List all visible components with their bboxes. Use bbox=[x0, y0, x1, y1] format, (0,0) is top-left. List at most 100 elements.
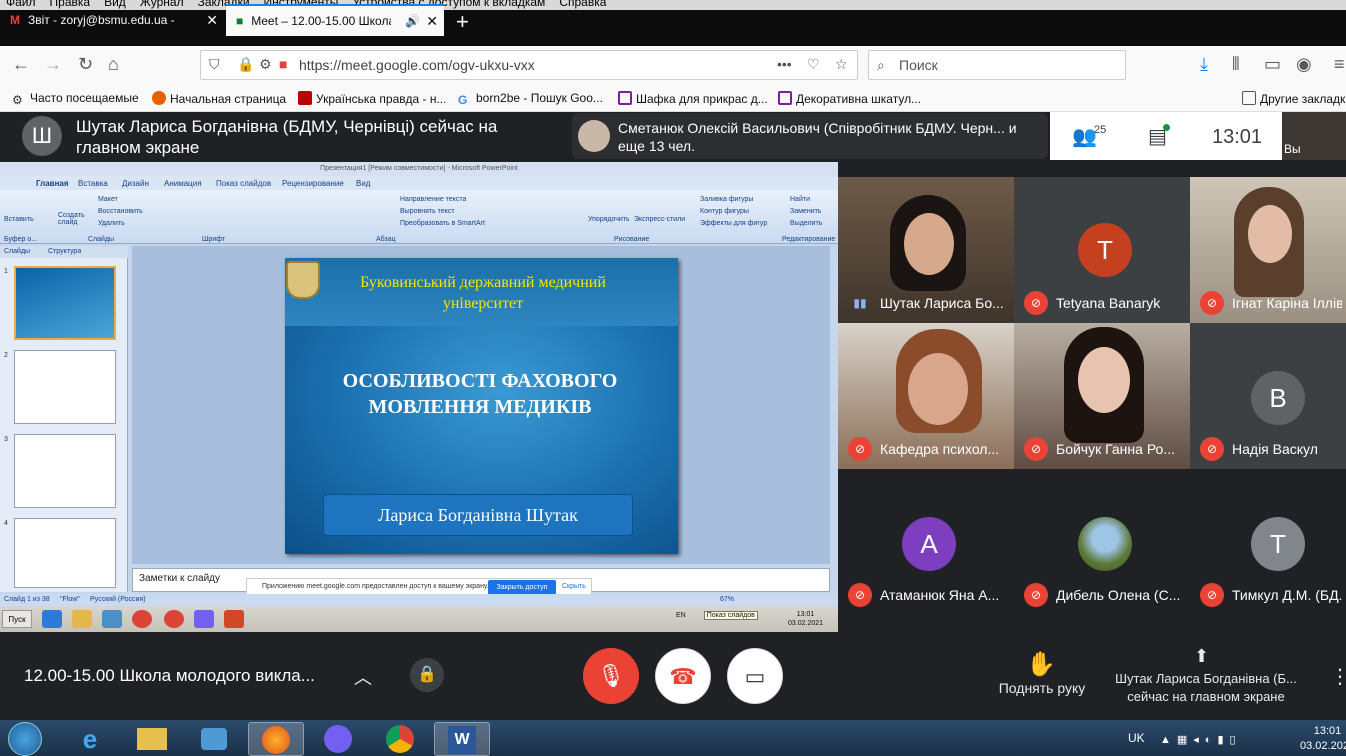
permissions-icon[interactable]: ⚙ bbox=[259, 56, 272, 73]
bookmarks-bar: ⚙ Часто посещаемые Начальная страница Укр… bbox=[0, 84, 1346, 112]
download-icon[interactable]: ⤓ bbox=[1200, 54, 1208, 74]
ppt-group-editing: Редактирование bbox=[782, 236, 836, 243]
ppt-select: Выделить bbox=[790, 220, 823, 227]
internet-explorer-icon[interactable]: e bbox=[62, 722, 118, 756]
slide-number: 2 bbox=[4, 352, 8, 359]
participant-tile[interactable]: А ⊘ Атаманюк Яна А... bbox=[838, 469, 1014, 615]
bookmark-google[interactable]: Gborn2be - Пошук Goo... bbox=[458, 91, 603, 107]
participant-tile[interactable]: ⊘ Дибель Олена (С... bbox=[1014, 469, 1190, 615]
bookmark-shkatulka[interactable]: Декоративна шкатул... bbox=[778, 91, 921, 106]
media-player-icon[interactable] bbox=[186, 722, 242, 756]
speaker-icon[interactable]: 🔊 bbox=[405, 14, 420, 28]
participant-tile[interactable]: ▮▮ Шутак Лариса Бо... bbox=[838, 177, 1014, 323]
notification-avatar bbox=[578, 120, 610, 152]
search-input[interactable]: Поиск bbox=[899, 57, 938, 73]
bookmark-pravda[interactable]: Українська правда - н... bbox=[298, 91, 446, 106]
tab-gmail[interactable]: M Звіт - zoryj@bsmu.edu.ua - По ✕ bbox=[0, 4, 224, 36]
camera-icon[interactable]: ■ bbox=[279, 56, 287, 72]
more-actions-icon[interactable]: ••• bbox=[777, 56, 792, 72]
mic-off-icon: ⊘ bbox=[1200, 583, 1224, 607]
lock-icon[interactable]: 🔒 bbox=[237, 56, 254, 73]
menu-help[interactable]: Справка bbox=[559, 0, 606, 9]
camera-toggle-button[interactable]: ▭ bbox=[727, 648, 783, 704]
ppt-arrange: Упорядочить bbox=[588, 216, 630, 223]
xp-language: EN bbox=[676, 612, 686, 619]
sidebar-icon[interactable]: ▭ bbox=[1264, 54, 1281, 74]
forward-arrow-icon[interactable]: → bbox=[44, 54, 62, 74]
participant-tile[interactable]: В ⊘ Надія Васкул bbox=[1190, 323, 1346, 469]
tooltip-slideshow: Показ слайдов bbox=[703, 611, 758, 620]
university-crest-icon bbox=[286, 261, 320, 299]
chevron-up-icon[interactable]: ︿ bbox=[354, 664, 372, 690]
ppt-ribbon-tabs: Главная Вставка Дизайн Анимация Показ сл… bbox=[0, 176, 838, 190]
menu-icon[interactable]: ≡ bbox=[1334, 54, 1345, 74]
raise-hand-button[interactable]: Поднять руку bbox=[994, 680, 1090, 696]
hang-up-button[interactable]: ☎ bbox=[655, 648, 711, 704]
library-icon[interactable]: ⫴ bbox=[1232, 54, 1240, 74]
mic-toggle-button[interactable]: 🎙 bbox=[583, 648, 639, 704]
participant-tile[interactable]: ⊘ Кафедра психол... bbox=[838, 323, 1014, 469]
participant-tile[interactable]: ⊘ Бойчук Ганна Ро... bbox=[1014, 323, 1190, 469]
keyboard-language[interactable]: UK bbox=[1128, 731, 1145, 745]
back-arrow-icon[interactable]: ← bbox=[12, 54, 30, 74]
chrome-taskbar-icon[interactable] bbox=[372, 722, 428, 756]
bookmark-most-visited[interactable]: ⚙ Часто посещаемые bbox=[12, 91, 139, 107]
folder-icon bbox=[72, 610, 92, 628]
ppt-group-paragraph: Абзац bbox=[376, 236, 396, 243]
ppt-text-direction: Направление текста bbox=[400, 196, 467, 203]
people-count: 25 bbox=[1094, 124, 1107, 136]
close-tab-icon[interactable]: ✕ bbox=[206, 12, 218, 29]
bookmark-other[interactable]: Другие закладки bbox=[1242, 91, 1346, 106]
self-view-tile[interactable]: Вы bbox=[1282, 112, 1346, 160]
ppt-pane-slides: Слайды bbox=[4, 248, 31, 255]
slide-title: ОСОБЛИВОСТІ ФАХОВОГО МОВЛЕННЯ МЕДИКІВ bbox=[342, 370, 618, 418]
search-bar[interactable]: ⌕ Поиск bbox=[868, 50, 1126, 80]
meeting-name[interactable]: 12.00-15.00 Школа молодого викла... bbox=[24, 666, 344, 686]
ppt-delete: Удалить bbox=[98, 220, 125, 227]
xp-tray: EN Показ слайдов bbox=[676, 611, 758, 620]
presenter-title: Шутак Лариса Богданівна (БДМУ, Чернівці)… bbox=[76, 117, 498, 157]
participant-tile[interactable]: ⊘ Ігнат Каріна Іллів bbox=[1190, 177, 1346, 323]
ppt-window-title: Презентация1 [Режим совместимости] - Mic… bbox=[0, 162, 838, 176]
shield-icon[interactable]: ⛉ bbox=[209, 56, 220, 73]
system-tray-icons[interactable]: ▲▦◂◐▮▯ bbox=[1160, 733, 1242, 746]
participant-tile[interactable]: T ⊘ Tetyana Banaryk bbox=[1014, 177, 1190, 323]
presenting-status[interactable]: Шутак Лариса Богданівна (Б... сейчас на … bbox=[1108, 670, 1304, 706]
participant-tile[interactable]: T ⊘ Тимкул Д.М. (БД... bbox=[1190, 469, 1346, 615]
url-text[interactable]: https://meet.google.com/ogv-ukxu-vxx bbox=[299, 57, 535, 73]
firefox-taskbar-icon[interactable] bbox=[248, 722, 304, 756]
participant-face bbox=[904, 213, 954, 275]
url-bar[interactable]: ⛉ 🔒 ⚙ ■ https://meet.google.com/ogv-ukxu… bbox=[200, 50, 858, 80]
tab-title: Звіт - zoryj@bsmu.edu.ua - По bbox=[28, 13, 178, 27]
present-screen-icon[interactable]: ⬆ bbox=[1194, 646, 1209, 667]
slide-number: 3 bbox=[4, 436, 8, 443]
ie-icon bbox=[42, 610, 62, 628]
tab-meet[interactable]: ■ Meet – 12.00-15.00 Школа м 🔊 ✕ bbox=[226, 4, 444, 36]
ppt-group-clipboard: Буфер о... bbox=[4, 236, 38, 243]
participant-photo bbox=[1078, 517, 1132, 571]
slide-thumbnail bbox=[14, 518, 116, 588]
share-banner-text: Приложению meet.google.com предоставлен … bbox=[262, 583, 489, 590]
ppt-slide-counter: Слайд 1 из 38 bbox=[4, 596, 50, 603]
viber-taskbar-icon[interactable] bbox=[310, 722, 366, 756]
bookmark-star-icon[interactable]: ☆ bbox=[835, 56, 848, 73]
windows-start-button[interactable] bbox=[8, 722, 42, 756]
more-options-icon[interactable]: ⋮ bbox=[1330, 664, 1346, 689]
security-shield-icon[interactable]: 🔒 bbox=[410, 658, 444, 692]
reload-icon[interactable]: ↻ bbox=[78, 54, 93, 74]
close-tab-icon[interactable]: ✕ bbox=[426, 13, 438, 30]
ppt-layout: Макет bbox=[98, 196, 118, 203]
ppt-pane-tabs: Слайды Структура bbox=[0, 246, 128, 258]
new-tab-button[interactable]: + bbox=[456, 11, 469, 33]
bookmark-shafka[interactable]: Шафка для прикрас д... bbox=[618, 91, 768, 106]
word-taskbar-icon[interactable]: W bbox=[434, 722, 490, 756]
bookmark-start-page[interactable]: Начальная страница bbox=[152, 91, 286, 106]
windows-clock[interactable]: 13:01 03.02.2021 bbox=[1300, 724, 1346, 754]
participant-avatar: А bbox=[902, 517, 956, 571]
file-explorer-icon[interactable] bbox=[124, 722, 180, 756]
home-icon[interactable]: ⌂ bbox=[108, 54, 119, 74]
account-icon[interactable]: ◉ bbox=[1296, 54, 1312, 74]
pocket-icon[interactable]: ♡ bbox=[807, 56, 820, 73]
participant-face bbox=[908, 353, 968, 425]
raise-hand-icon[interactable]: ✋ bbox=[1026, 650, 1056, 679]
